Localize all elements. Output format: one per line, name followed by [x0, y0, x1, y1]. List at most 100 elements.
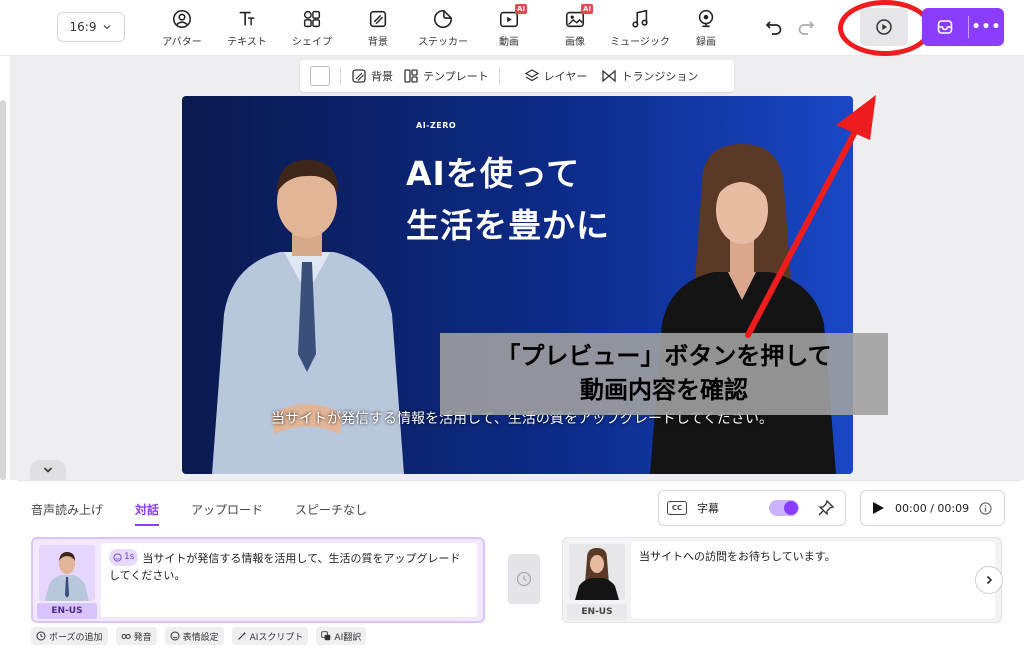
template-icon: [404, 69, 418, 83]
chevron-down-icon: [43, 467, 53, 473]
tool-image[interactable]: AI 画像: [541, 4, 609, 50]
transition-icon: [602, 69, 616, 83]
aspect-ratio-value: 16:9: [69, 20, 97, 34]
language-badge[interactable]: EN-US: [567, 604, 627, 620]
pause-tag[interactable]: 1s: [109, 549, 139, 566]
subbar-template-button[interactable]: テンプレート: [403, 68, 489, 84]
export-icon: [937, 20, 953, 34]
action-label: AIスクリプト: [249, 632, 304, 643]
avatar-thumbnail[interactable]: [39, 545, 95, 601]
action-label: 表情設定: [182, 632, 219, 643]
language-badge[interactable]: EN-US: [37, 603, 97, 619]
translate-icon: [321, 631, 331, 641]
tool-sticker[interactable]: ステッカー: [409, 6, 477, 50]
scroll-next-button[interactable]: [975, 566, 1003, 594]
layers-icon: [524, 69, 539, 82]
background-color-swatch[interactable]: [310, 66, 330, 86]
video-canvas[interactable]: AI-ZERO AIを使って 生活を豊かに 当サイトが発信する情報を活用して、生…: [182, 96, 853, 474]
aspect-ratio-select[interactable]: 16:9: [57, 12, 125, 42]
subbar-background-label: 背景: [371, 70, 393, 83]
ai-script-button[interactable]: AIスクリプト: [231, 627, 309, 645]
scroll-rail[interactable]: [0, 100, 6, 480]
collapse-panel-button[interactable]: [30, 460, 66, 480]
preview-button[interactable]: [860, 8, 908, 46]
brand-logo-text: AI-ZERO: [416, 121, 457, 130]
male-avatar-thumb: [45, 552, 89, 601]
sticker-icon: [434, 9, 453, 28]
clock-icon: [36, 631, 46, 641]
tool-record[interactable]: 録画: [672, 6, 740, 50]
scene-actions: ポーズの追加 発音 表情設定 AIスクリプト AI翻訳: [31, 627, 367, 645]
tool-label: ステッカー: [418, 37, 468, 48]
export-button[interactable]: [922, 8, 968, 46]
export-button-group: •••: [922, 8, 1004, 46]
tool-label: 画像: [565, 37, 585, 48]
action-label: AI翻訳: [334, 632, 362, 643]
add-pause-button[interactable]: ポーズの追加: [31, 627, 108, 645]
info-icon[interactable]: [979, 501, 992, 515]
tool-music[interactable]: ミュージック: [606, 6, 674, 50]
callout-line: 「プレビュー」ボタンを押して: [496, 342, 832, 370]
expression-settings-button[interactable]: 表情設定: [164, 627, 224, 645]
clock-icon: [516, 571, 532, 587]
pin-icon[interactable]: [817, 499, 835, 517]
action-label: 発音: [133, 632, 152, 643]
tool-label: テキスト: [227, 37, 267, 48]
closed-caption-icon: CC: [667, 501, 687, 515]
subbar-transition-button[interactable]: トランジション: [601, 68, 698, 84]
script-text-box[interactable]: 1s 当サイトが発信する情報を活用して、生活の質をアップグレードしてください。: [101, 543, 477, 617]
tool-video[interactable]: AI 動画: [475, 4, 543, 50]
play-icon[interactable]: [871, 501, 885, 515]
scene-card[interactable]: EN-US 当サイトへの訪問をお待ちしています。: [562, 537, 1002, 623]
headline-line: 生活を豊かに: [406, 206, 610, 245]
more-options-button[interactable]: •••: [969, 19, 1004, 35]
redo-icon[interactable]: [796, 17, 816, 37]
playback-time: 00:00 / 00:09: [895, 501, 970, 515]
magic-wand-icon: [237, 632, 246, 640]
ai-translate-button[interactable]: AI翻訳: [316, 627, 367, 645]
scene-gap-block[interactable]: [508, 554, 540, 604]
caption-toggle[interactable]: [769, 500, 799, 516]
tab-text-to-speech[interactable]: 音声読み上げ: [31, 501, 103, 518]
script-tabs: 音声読み上げ 対話 アップロード スピーチなし: [31, 501, 367, 526]
annotation-callout: 「プレビュー」ボタンを押して 動画内容を確認: [440, 333, 888, 415]
smile-icon: [113, 553, 122, 562]
script-text: 当サイトが発信する情報を活用して、生活の質をアップグレードしてください。: [109, 552, 461, 582]
scene-card[interactable]: EN-US 1s 当サイトが発信する情報を活用して、生活の質をアップグレードして…: [31, 537, 485, 623]
script-panel: 音声読み上げ 対話 アップロード スピーチなし CC 字幕 00:00 / 00…: [17, 480, 1020, 655]
playback-control: 00:00 / 00:09: [860, 490, 1005, 526]
pause-duration: 1s: [124, 552, 135, 562]
tab-no-speech[interactable]: スピーチなし: [295, 501, 367, 518]
tab-upload[interactable]: アップロード: [191, 501, 263, 518]
callout-line: 動画内容を確認: [580, 376, 748, 404]
pronunciation-button[interactable]: 発音: [115, 627, 157, 645]
subbar-layer-button[interactable]: レイヤー: [524, 68, 588, 84]
headline-line: AIを使って: [406, 154, 581, 193]
canvas-subtoolbar: 背景 テンプレート レイヤー トランジション: [300, 60, 734, 92]
subbar-layer-label: レイヤー: [543, 70, 588, 83]
subbar-transition-label: トランジション: [621, 70, 699, 83]
script-text: 当サイトへの訪問をお待ちしています。: [639, 550, 836, 563]
text-icon: [239, 11, 255, 26]
headline[interactable]: AIを使って 生活を豊かに: [406, 148, 610, 252]
tool-shape[interactable]: シェイプ: [278, 6, 346, 50]
subbar-background-button[interactable]: 背景: [351, 68, 393, 84]
play-circle-icon: [876, 19, 892, 35]
tool-avatar[interactable]: アバター: [148, 6, 216, 50]
tool-label: 録画: [696, 37, 716, 48]
chevron-right-icon: [986, 575, 993, 585]
script-text-box[interactable]: 当サイトへの訪問をお待ちしています。: [631, 542, 995, 618]
shape-icon: [303, 10, 321, 28]
tab-dialogue[interactable]: 対話: [135, 501, 160, 526]
smile-icon: [170, 631, 180, 641]
tool-label: シェイプ: [292, 37, 332, 48]
tool-text[interactable]: テキスト: [213, 6, 281, 50]
avatar-thumbnail[interactable]: [569, 544, 625, 600]
tool-background[interactable]: 背景: [344, 6, 412, 50]
avatar-icon: [172, 9, 192, 29]
tool-label: アバター: [162, 37, 202, 48]
undo-icon[interactable]: [764, 17, 784, 37]
pronunciation-icon: [121, 634, 131, 639]
caption-label: 字幕: [697, 502, 719, 515]
ai-badge: AI: [580, 4, 593, 14]
